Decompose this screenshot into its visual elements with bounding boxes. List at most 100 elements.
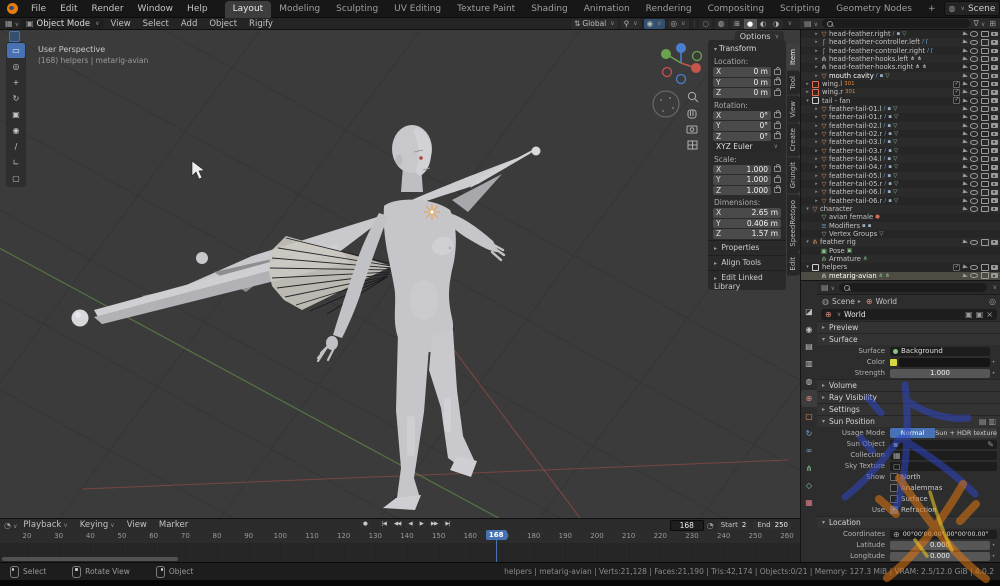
render-disable-icon[interactable] — [991, 198, 998, 203]
shading-material-button[interactable]: ◐ — [757, 19, 770, 29]
exclude-checkbox[interactable]: ✓ — [953, 89, 960, 96]
expand-icon[interactable]: ▸ — [813, 123, 820, 129]
hide-eye-icon[interactable] — [970, 65, 978, 71]
play-button[interactable]: ▶ — [417, 520, 426, 529]
outliner-row-feather-tail-03-r[interactable]: ▸▽feather-tail-03.r∕▪▽ — [801, 147, 1000, 155]
pin-icon[interactable]: ◎ — [989, 297, 996, 306]
expand-icon[interactable]: ▸ — [813, 64, 820, 70]
outliner-row-feather-tail-01-l[interactable]: ▸▽feather-tail-01.l∕▪▽ — [801, 105, 1000, 113]
expand-icon[interactable]: ▸ — [813, 181, 820, 187]
play-reverse-button[interactable]: ◀ — [405, 520, 414, 529]
selectable-toggle-icon[interactable] — [962, 98, 968, 103]
exclude-checkbox[interactable]: ✓ — [953, 81, 960, 88]
snap-magnet-toggle[interactable]: ◉∨ — [644, 19, 665, 29]
timeline-menu-view[interactable]: View — [121, 520, 153, 530]
hide-eye-icon[interactable] — [970, 81, 978, 87]
jump-end-button[interactable]: ▶| — [442, 520, 452, 529]
viewport-menu-select[interactable]: Select — [137, 19, 175, 29]
workspace-tab-modeling[interactable]: Modeling — [271, 1, 328, 18]
color-swatch-field[interactable] — [899, 358, 990, 367]
sky-texture-field[interactable]: ▢ — [890, 462, 997, 471]
render-disable-icon[interactable] — [991, 115, 998, 120]
properties-search-input[interactable] — [839, 283, 987, 292]
viewport-canvas[interactable]: ▭◎+↻▣◉∕∟▢ User Perspective (168) helpers… — [0, 30, 800, 518]
workspace-tab-texture-paint[interactable]: Texture Paint — [449, 1, 523, 18]
selectable-toggle-icon[interactable] — [962, 48, 968, 53]
hide-eye-icon[interactable] — [970, 40, 978, 46]
refraction-checkbox[interactable]: ✓ — [890, 506, 898, 514]
expand-icon[interactable]: ▸ — [813, 173, 820, 179]
menu-file[interactable]: File — [24, 0, 53, 18]
dimension-field-y[interactable]: Y0.406 m — [713, 219, 781, 229]
dimension-field-z[interactable]: Z1.57 m — [713, 229, 781, 239]
menu-help[interactable]: Help — [180, 0, 215, 18]
workspace-tab-geometry-nodes[interactable]: Geometry Nodes — [828, 1, 920, 18]
expand-icon[interactable]: ▸ — [813, 156, 820, 162]
tool-move[interactable]: + — [7, 75, 25, 90]
outliner-row-feather-tail-04-r[interactable]: ▸▽feather-tail-04.r∕▪▽ — [801, 163, 1000, 171]
hide-eye-icon[interactable] — [970, 240, 978, 246]
properties-tab-render[interactable]: ◉ — [801, 320, 817, 337]
viewport-menu-view[interactable]: View — [104, 19, 136, 29]
render-disable-icon[interactable] — [991, 157, 998, 162]
outliner-new-collection-icon[interactable]: ⊞ — [989, 19, 996, 28]
breadcrumb-scene[interactable]: Scene — [832, 297, 855, 306]
lock-icon[interactable] — [774, 166, 781, 172]
blender-logo-icon[interactable] — [7, 3, 18, 14]
render-disable-icon[interactable] — [991, 49, 998, 54]
outliner-row-feather-tail-02-l[interactable]: ▸▽feather-tail-02.l∕▪▽ — [801, 122, 1000, 130]
empty-sphere[interactable] — [653, 91, 679, 117]
selectable-toggle-icon[interactable] — [962, 156, 968, 161]
animate-dot[interactable]: • — [990, 370, 997, 377]
scale-field-z[interactable]: Z1.000 — [713, 186, 771, 196]
expand-icon[interactable]: ▸ — [813, 114, 820, 120]
panel-settings[interactable]: ▸Settings — [817, 403, 1000, 415]
render-disable-icon[interactable] — [991, 98, 998, 103]
rotation-mode-dropdown[interactable]: XYZ Euler∨ — [713, 142, 781, 152]
outliner-row-feather-tail-04-l[interactable]: ▸▽feather-tail-04.l∕▪▽ — [801, 155, 1000, 163]
lock-icon[interactable] — [774, 177, 781, 183]
properties-tab-output[interactable]: ▤ — [801, 338, 817, 355]
n-panel-tab-create[interactable]: Create — [787, 123, 800, 156]
next-keyframe-button[interactable]: ▶▶ — [428, 520, 440, 529]
n-panel-tab-grungit[interactable]: Grungit — [787, 157, 800, 193]
hide-eye-icon[interactable] — [970, 181, 978, 187]
timeline-menu-playback[interactable]: Playback∨ — [17, 520, 73, 530]
viewport-menu-rigify[interactable]: Rigify — [243, 19, 279, 29]
outliner-row-feather-tail-02-r[interactable]: ▸▽feather-tail-02.r∕▪▽ — [801, 130, 1000, 138]
viewport-disable-icon[interactable] — [981, 189, 989, 195]
selectable-toggle-icon[interactable] — [962, 90, 968, 95]
camera-view-icon[interactable] — [687, 126, 697, 133]
render-disable-icon[interactable] — [991, 74, 998, 79]
viewport-disable-icon[interactable] — [981, 39, 989, 45]
unlink-datablock-icon[interactable]: × — [986, 310, 993, 319]
render-disable-icon[interactable] — [991, 240, 998, 245]
viewport-disable-icon[interactable] — [981, 48, 989, 54]
hide-eye-icon[interactable] — [970, 148, 978, 154]
workspace-tab-rendering[interactable]: Rendering — [638, 1, 700, 18]
proportional-editing-toggle[interactable]: ◎∨ — [668, 19, 689, 29]
outliner-row-head-feather-controller-left[interactable]: ▸ʃhead-feather-controller.left∕ʃ — [801, 38, 1000, 46]
render-disable-icon[interactable] — [991, 182, 998, 187]
lock-icon[interactable] — [774, 187, 781, 193]
outliner-row-feather-tail-01-r[interactable]: ▸▽feather-tail-01.r∕▪▽ — [801, 113, 1000, 121]
lock-icon[interactable] — [774, 69, 781, 75]
panel-properties[interactable]: ▸ Properties — [708, 240, 786, 255]
expand-icon[interactable]: ▸ — [813, 73, 820, 79]
workspace-tab-animation[interactable]: Animation — [576, 1, 638, 18]
expand-icon[interactable]: ▾ — [804, 239, 811, 245]
properties-tab-bone[interactable]: ◇ — [801, 477, 817, 494]
collection-field[interactable]: ▦ — [890, 451, 997, 460]
viewport-disable-icon[interactable] — [981, 131, 989, 137]
show-overlays-toggle[interactable]: ◍ — [715, 19, 728, 29]
selectable-toggle-icon[interactable] — [962, 190, 968, 195]
render-disable-icon[interactable] — [991, 207, 998, 212]
lock-icon[interactable] — [774, 90, 781, 96]
location-field-z[interactable]: Z0 m — [713, 88, 771, 98]
north-checkbox[interactable] — [890, 473, 898, 481]
tool-option-icon[interactable] — [54, 32, 63, 41]
tool-option-icon[interactable] — [32, 32, 41, 41]
render-disable-icon[interactable] — [991, 123, 998, 128]
viewport-menu-add[interactable]: Add — [175, 19, 203, 29]
world-datablock-selector[interactable]: ⊕ ∨ World ▣ ▣ × — [821, 309, 997, 320]
